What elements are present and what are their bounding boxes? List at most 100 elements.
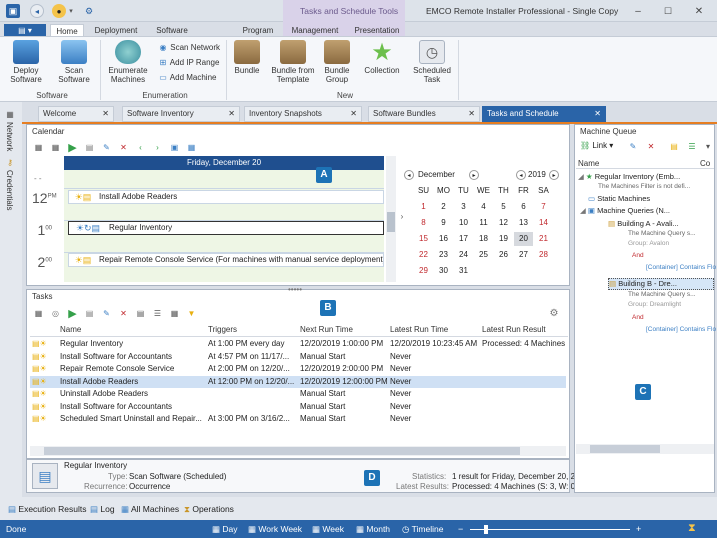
calendar-icon[interactable]: ▦ [32,141,45,153]
scan-software-button[interactable]: Scan Software [52,40,96,84]
tab-tasks-and-schedule[interactable]: Tasks and Schedule ✕ [482,106,606,122]
enumerate-machines-button[interactable]: Enumerate Machines [104,40,152,84]
back-icon[interactable]: ◂ [30,4,44,18]
calendar-day[interactable]: 17 [454,232,473,246]
tree-static-machines[interactable]: ▭ Static Machines [588,194,650,203]
tab-inventory-snapshots[interactable]: Inventory Snapshots ✕ [244,106,362,122]
next-year-icon[interactable]: ▸ [549,170,559,180]
calendar-day[interactable]: 20 [514,232,533,246]
collection-button[interactable]: ★ Collection [360,40,404,75]
delete-icon[interactable]: ✕ [117,141,130,153]
calendar-day[interactable]: 29 [414,264,433,278]
scheduled-task-button[interactable]: ◷ Scheduled Task [408,40,456,84]
calendar-day[interactable]: 5 [494,200,513,214]
col-name[interactable]: Name [578,159,599,168]
chevron-down-icon[interactable]: ▾ [67,5,75,17]
calendar-day[interactable]: 26 [494,248,513,262]
col-triggers[interactable]: Triggers [208,325,237,334]
deploy-software-button[interactable]: Deploy Software [4,40,48,84]
export-icon[interactable]: ▤ [83,141,96,153]
refresh-icon[interactable]: ◎ [49,307,62,319]
col-latest-result[interactable]: Latest Run Result [482,325,546,334]
event-repair-console[interactable]: Repair Remote Console Service (For machi… [68,253,384,267]
tab-software-bundles[interactable]: Software Bundles ✕ [368,106,480,122]
tree-machine-queries[interactable]: ◢ ▣ Machine Queries (N... [580,206,670,215]
calendar-day[interactable]: 21 [534,232,553,246]
tab-log[interactable]: ▤ Log [90,504,115,515]
calendar-day[interactable]: 15 [414,232,433,246]
filter-icon[interactable]: ▼ [185,307,198,319]
maximize-icon[interactable]: ☐ [661,4,675,18]
add-ip-range-button[interactable]: ⊞ Add IP Range [158,58,220,67]
chevron-left-icon[interactable]: ‹ [134,141,147,153]
calendar-day[interactable]: 25 [474,248,493,262]
bundle-from-template-button[interactable]: Bundle from Template [268,40,318,84]
layout-icon[interactable]: ▤ [668,141,680,151]
calendar-day[interactable]: 19 [494,232,513,246]
tree-building-b[interactable]: ▤ Building B - Dre... [608,278,714,290]
calendar-day[interactable]: 8 [414,216,433,230]
prev-month-icon[interactable]: ◂ [404,170,414,180]
grid-view-icon[interactable]: ▦ [185,141,198,153]
collapse-icon[interactable]: ◢ [580,206,586,215]
splitter-grip[interactable]: ••••• [288,285,302,294]
grid-icon[interactable]: ▦ [168,307,181,319]
collapse-icon[interactable]: ◢ [578,172,584,181]
file-menu-button[interactable]: ▤ ▾ [4,24,46,36]
tab-execution-results[interactable]: ▤ Execution Results [8,504,86,515]
calendar-day[interactable]: 3 [454,200,473,214]
view-work-week-button[interactable]: ▦ Work Week [248,524,302,535]
zoom-slider-thumb[interactable] [484,525,488,534]
bundle-group-button[interactable]: Bundle Group [320,40,354,84]
calendar-day[interactable]: 27 [514,248,533,262]
event-regular-inventory[interactable]: Regular Inventory [68,221,384,235]
play-icon[interactable]: ▶ [66,141,79,154]
calendar-day[interactable]: 7 [534,200,553,214]
calendar-settings-icon[interactable]: ▦ [49,141,62,153]
calendar-day[interactable]: 18 [474,232,493,246]
scrollbar-thumb[interactable] [590,445,660,453]
chevron-down-icon[interactable]: ▾ [704,141,712,151]
gear-icon[interactable]: ⚙ [82,4,96,18]
col-latest-run[interactable]: Latest Run Time [390,325,448,334]
minimize-icon[interactable]: – [631,4,645,18]
edit-icon[interactable]: ✎ [100,307,113,319]
scan-network-button[interactable]: ◉ Scan Network [158,43,221,52]
calendar-day[interactable]: 28 [534,248,553,262]
edit-icon[interactable]: ✎ [628,141,638,151]
calendar-day[interactable]: 22 [414,248,433,262]
col-co[interactable]: Co [700,159,710,168]
calendar-day[interactable]: 30 [434,264,453,278]
view-timeline-button[interactable]: ◷ Timeline [402,524,443,535]
tab-operations[interactable]: ⧗ Operations [184,504,234,515]
table-row[interactable]: ▤☀ Uninstall Adobe Readers Manual Start Nev… [30,388,566,400]
columns-icon[interactable]: ☰ [151,307,164,319]
export-icon[interactable]: ▤ [83,307,96,319]
table-row[interactable]: ▤☀ Regular Inventory At 1:00 PM every day 1… [30,338,566,350]
col-name[interactable]: Name [60,325,81,334]
close-icon[interactable]: ✕ [468,107,475,121]
calendar-day[interactable]: 2 [434,200,453,214]
chevron-right-icon[interactable]: › [151,141,164,153]
calendar-day[interactable]: 9 [434,216,453,230]
edit-icon[interactable]: ✎ [100,141,113,153]
calendar-day[interactable]: 14 [534,216,553,230]
tab-software-inventory[interactable]: Software Inventory ✕ [122,106,240,122]
calendar-day[interactable]: 4 [474,200,493,214]
next-month-icon[interactable]: ▸ [469,170,479,180]
calendar-day[interactable]: 12 [494,216,513,230]
new-task-icon[interactable]: ▦ [32,307,45,319]
link-button[interactable]: ⛓ Link ▾ [580,141,613,150]
view-month-button[interactable]: ▦ Month [356,524,390,535]
table-row[interactable]: ▤☀ Repair Remote Console Service At 2:00 P… [30,363,566,375]
prev-year-icon[interactable]: ◂ [516,170,526,180]
table-row[interactable]: ▤☀ Install Software for Accountants Manual… [30,401,566,413]
col-next-run[interactable]: Next Run Time [300,325,353,334]
play-icon[interactable]: ▶ [66,307,79,320]
close-icon[interactable]: ✕ [102,107,109,121]
zoom-slider[interactable] [470,529,630,530]
view-day-button[interactable]: ▦ Day [212,524,238,535]
tree-building-a[interactable]: ▤ Building A - Avali... [608,219,679,228]
quick-access-icon[interactable]: ● [52,4,66,18]
table-row[interactable]: ▤☀ Install Adobe Readers At 12:00 PM on 12… [30,375,566,388]
